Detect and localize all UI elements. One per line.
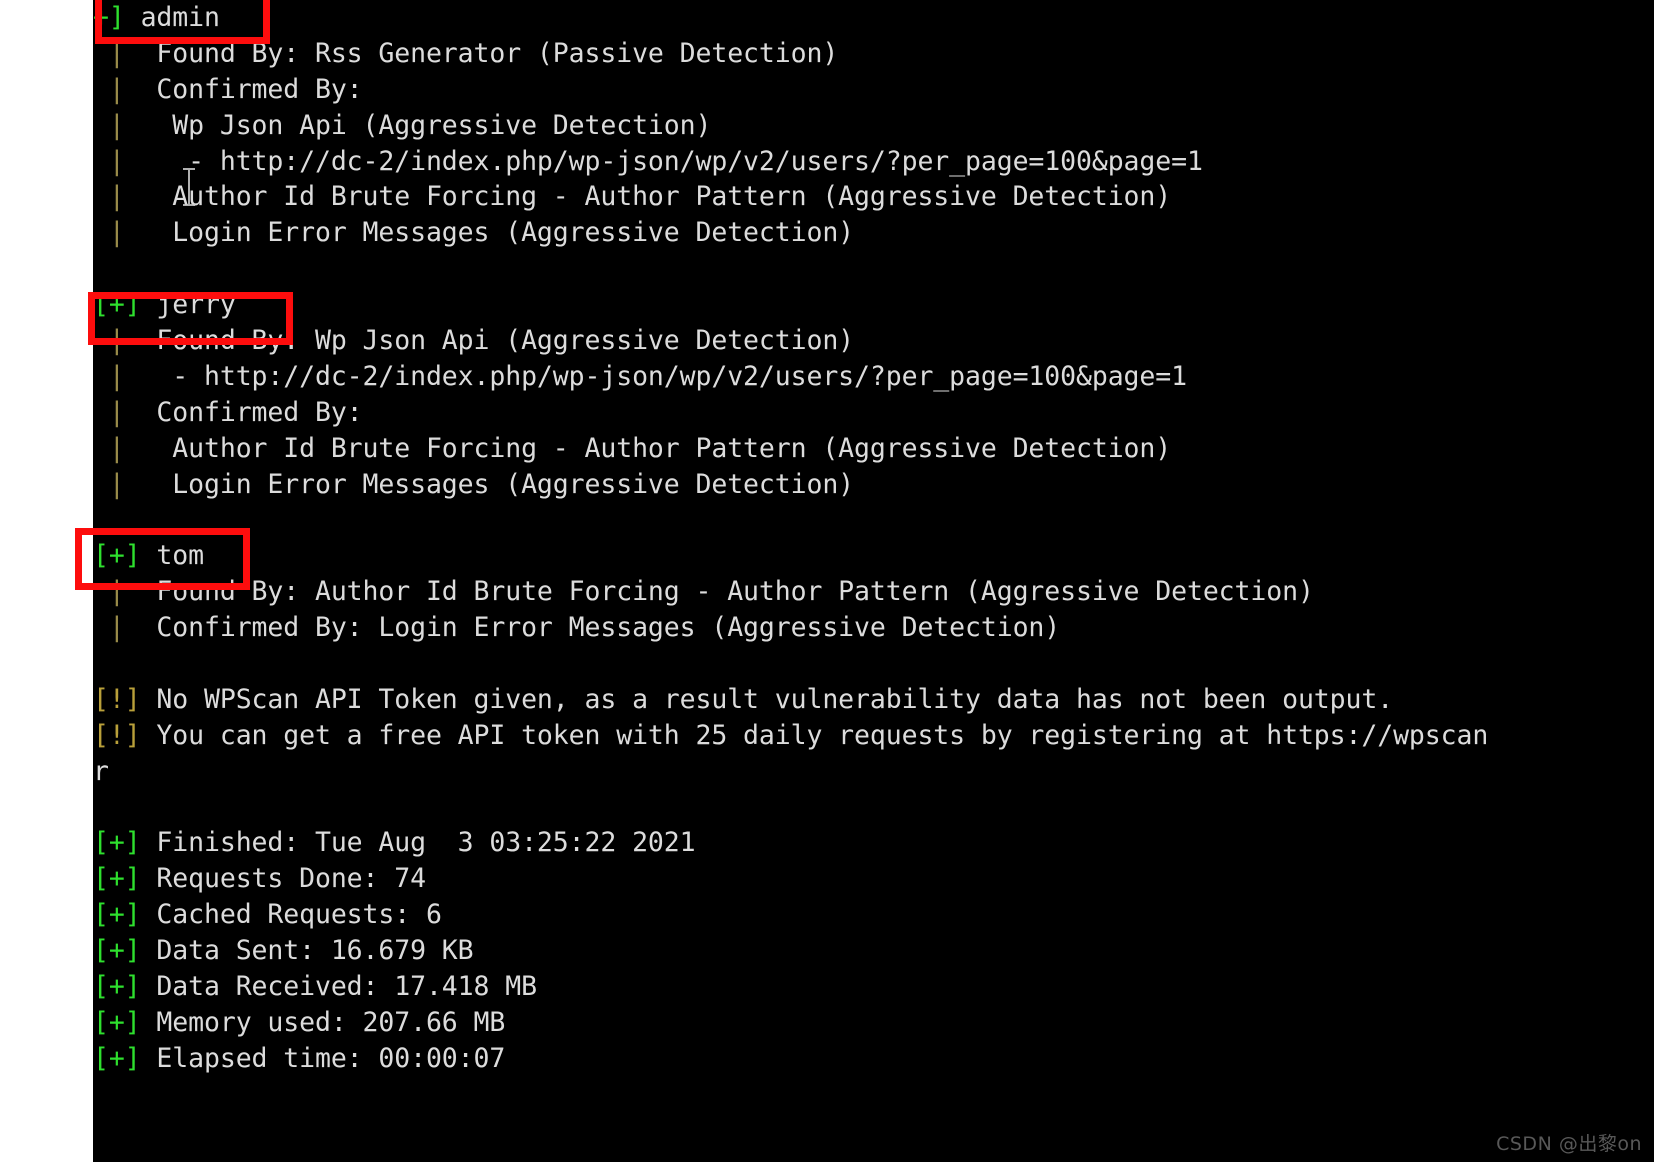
line-text: Found By: Wp Json Api (Aggressive Detect… (140, 325, 855, 357)
line-marker: [+] (93, 971, 141, 1003)
line-text: Found By: Author Id Brute Forcing - Auth… (140, 576, 1314, 608)
line-marker: | (93, 468, 141, 500)
terminal-line-blank-4 (93, 790, 1654, 826)
line-text: Data Sent: 16.679 KB (140, 935, 474, 967)
line-marker: [+] (93, 899, 141, 931)
terminal-line-stat-elapsed-time: [+] Elapsed time: 00:00:07 (93, 1041, 1654, 1077)
terminal-line-warn-wrap-r: r (93, 754, 1654, 790)
terminal-line-jerry-login-error: | Login Error Messages (Aggressive Detec… (93, 467, 1654, 503)
line-text: - http://dc-2/index.php/wp-json/wp/v2/us… (140, 360, 1187, 392)
line-marker: | (93, 37, 141, 69)
terminal-line-user-admin: +] admin (93, 0, 1654, 36)
line-marker: | (93, 181, 141, 213)
line-text: Found By: Rss Generator (Passive Detecti… (140, 37, 839, 69)
line-marker: [+] (93, 540, 141, 572)
csdn-watermark: CSDN @出黎on (1496, 1133, 1642, 1155)
line-text: Elapsed time: 00:00:07 (140, 1042, 506, 1074)
terminal-line-blank-2 (93, 502, 1654, 538)
line-marker: | (93, 432, 141, 464)
line-marker: [+] (93, 289, 141, 321)
line-marker: | (93, 145, 141, 177)
terminal-line-admin-author-id-brute: | Author Id Brute Forcing - Author Patte… (93, 179, 1654, 215)
terminal-line-tom-found-by: | Found By: Author Id Brute Forcing - Au… (93, 574, 1654, 610)
terminal-line-tom-confirmed-by: | Confirmed By: Login Error Messages (Ag… (93, 610, 1654, 646)
screenshot-root: +] admin | Found By: Rss Generator (Pass… (0, 0, 1654, 1162)
line-text: Confirmed By: Login Error Messages (Aggr… (140, 612, 1061, 644)
line-marker: [+] (93, 1042, 141, 1074)
line-marker: [+] (93, 935, 141, 967)
line-text: You can get a free API token with 25 dai… (140, 719, 1489, 751)
line-marker: | (93, 325, 141, 357)
terminal-line-jerry-author-id-brute: | Author Id Brute Forcing - Author Patte… (93, 431, 1654, 467)
line-text: tom (140, 540, 204, 572)
line-text: - http://dc-2/index.php/wp-json/wp/v2/us… (140, 145, 1203, 177)
line-marker: | (93, 612, 141, 644)
line-text: Login Error Messages (Aggressive Detecti… (140, 217, 855, 249)
terminal-line-stat-data-received: [+] Data Received: 17.418 MB (93, 969, 1654, 1005)
terminal-line-warn-no-api-token: [!] No WPScan API Token given, as a resu… (93, 682, 1654, 718)
terminal-output: +] admin | Found By: Rss Generator (Pass… (93, 0, 1654, 1077)
line-marker: | (93, 217, 141, 249)
line-marker: | (93, 576, 141, 608)
terminal-line-admin-wp-json-api: | Wp Json Api (Aggressive Detection) (93, 108, 1654, 144)
line-text: Memory used: 207.66 MB (140, 1006, 506, 1038)
terminal-line-admin-found-by: | Found By: Rss Generator (Passive Detec… (93, 36, 1654, 72)
terminal-line-user-tom: [+] tom (93, 538, 1654, 574)
line-text: Wp Json Api (Aggressive Detection) (140, 109, 712, 141)
terminal-line-user-jerry: [+] jerry (93, 287, 1654, 323)
line-text: Confirmed By: (140, 73, 363, 105)
line-marker: [+] (93, 1006, 141, 1038)
terminal-line-stat-finished: [+] Finished: Tue Aug 3 03:25:22 2021 (93, 825, 1654, 861)
terminal-line-warn-free-api-token: [!] You can get a free API token with 25… (93, 718, 1654, 754)
terminal-line-admin-confirmed-by: | Confirmed By: (93, 72, 1654, 108)
line-text: Author Id Brute Forcing - Author Pattern… (140, 181, 1172, 213)
text-ibeam-cursor (183, 168, 195, 206)
line-text: Login Error Messages (Aggressive Detecti… (140, 468, 855, 500)
line-text: No WPScan API Token given, as a result v… (140, 683, 1394, 715)
line-text: admin (124, 2, 220, 33)
terminal-window[interactable]: +] admin | Found By: Rss Generator (Pass… (93, 0, 1654, 1162)
terminal-line-blank-1 (93, 251, 1654, 287)
line-text: Author Id Brute Forcing - Author Pattern… (140, 432, 1172, 464)
terminal-line-stat-memory-used: [+] Memory used: 207.66 MB (93, 1005, 1654, 1041)
line-text: Data Received: 17.418 MB (140, 971, 537, 1003)
line-text: Confirmed By: (140, 396, 363, 428)
line-text: r (93, 755, 109, 787)
line-text: jerry (140, 289, 236, 321)
line-text: Requests Done: 74 (140, 863, 426, 895)
line-marker: | (93, 360, 141, 392)
line-marker: [+] (93, 863, 141, 895)
line-marker: [!] (93, 683, 141, 715)
terminal-line-jerry-found-by: | Found By: Wp Json Api (Aggressive Dete… (93, 323, 1654, 359)
line-marker: | (93, 73, 141, 105)
terminal-line-jerry-wp-json-url: | - http://dc-2/index.php/wp-json/wp/v2/… (93, 359, 1654, 395)
line-marker: | (93, 109, 141, 141)
line-marker: | (93, 396, 141, 428)
line-marker: [!] (93, 719, 141, 751)
terminal-line-jerry-confirmed-by: | Confirmed By: (93, 395, 1654, 431)
terminal-line-admin-wp-json-url: | - http://dc-2/index.php/wp-json/wp/v2/… (93, 144, 1654, 180)
terminal-line-stat-requests-done: [+] Requests Done: 74 (93, 861, 1654, 897)
line-marker: +] (93, 2, 125, 33)
line-text: Cached Requests: 6 (140, 899, 442, 931)
terminal-line-stat-cached-requests: [+] Cached Requests: 6 (93, 897, 1654, 933)
terminal-line-blank-3 (93, 646, 1654, 682)
terminal-line-admin-login-error: | Login Error Messages (Aggressive Detec… (93, 215, 1654, 251)
line-marker: [+] (93, 827, 141, 859)
terminal-line-stat-data-sent: [+] Data Sent: 16.679 KB (93, 933, 1654, 969)
line-text: Finished: Tue Aug 3 03:25:22 2021 (140, 827, 696, 859)
